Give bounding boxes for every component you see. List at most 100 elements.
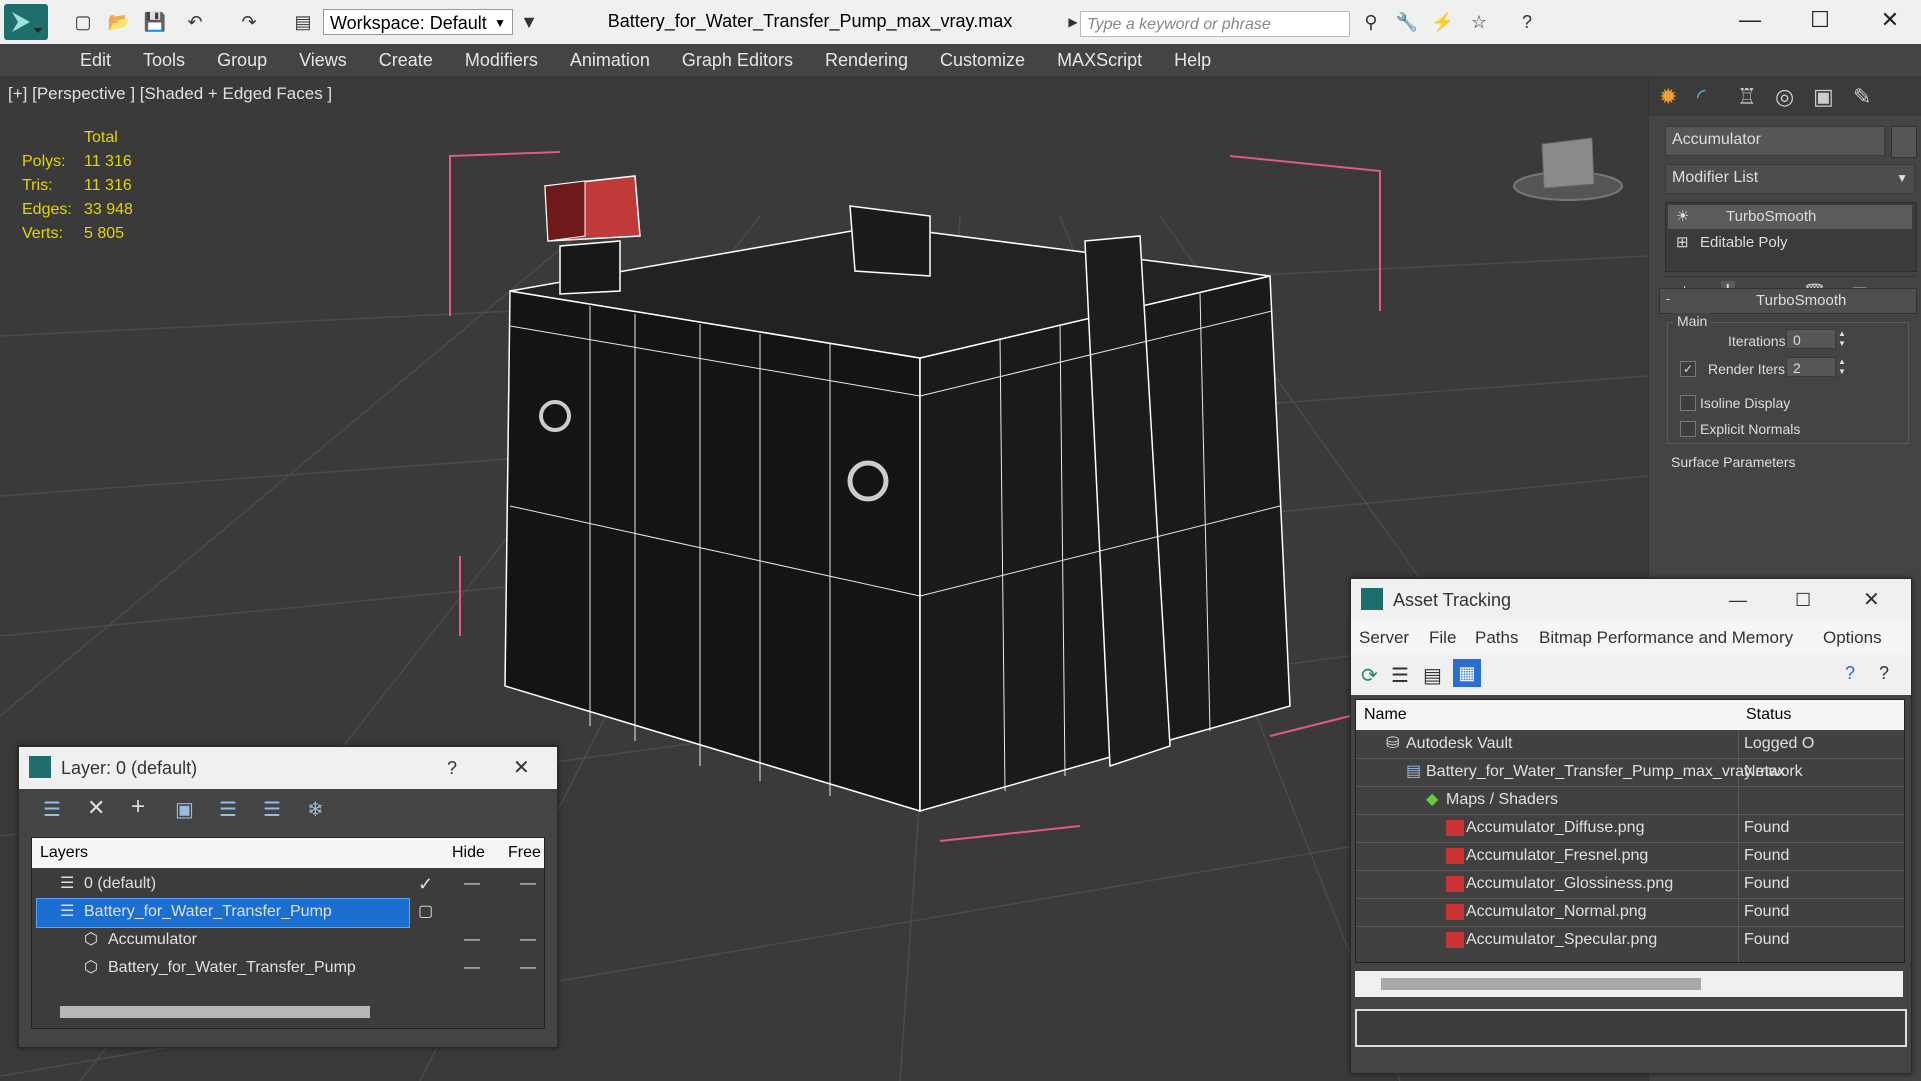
object-name-field[interactable]: Accumulator bbox=[1665, 126, 1885, 156]
explicit-normals-checkbox[interactable] bbox=[1680, 421, 1696, 437]
menu-tools[interactable]: Tools bbox=[127, 44, 201, 76]
hide-toggle[interactable]: — bbox=[464, 870, 480, 898]
expand-icon[interactable]: ⊞ bbox=[1676, 231, 1689, 255]
new-file-icon[interactable]: ▢ bbox=[70, 10, 96, 34]
minimize-icon[interactable]: — bbox=[1729, 579, 1747, 621]
horizontal-scrollbar[interactable] bbox=[1381, 978, 1701, 990]
layer-window-titlebar[interactable]: Layer: 0 (default) ? ✕ bbox=[19, 747, 557, 789]
asset-row-max-file[interactable]: ▤ Battery_for_Water_Transfer_Pump_max_vr… bbox=[1356, 758, 1904, 786]
menu-modifiers[interactable]: Modifiers bbox=[449, 44, 554, 76]
asset-path-field[interactable] bbox=[1355, 1009, 1907, 1047]
minimize-icon[interactable]: — bbox=[1720, 4, 1780, 36]
add-to-layer-icon[interactable]: + bbox=[131, 793, 145, 821]
layer-row-accumulator[interactable]: ⬡ Accumulator — — bbox=[32, 926, 542, 954]
layer-row-default[interactable]: ☰ 0 (default) ✓ — — bbox=[32, 870, 542, 898]
workspace-dropdown[interactable]: Workspace: Default ▼ bbox=[323, 9, 513, 35]
spinner-arrows-icon[interactable]: ▲ ▼ bbox=[1838, 357, 1846, 377]
close-icon[interactable]: ✕ bbox=[1860, 4, 1920, 36]
list-view-icon[interactable]: ☰ bbox=[1391, 663, 1409, 688]
menu-maxscript[interactable]: MAXScript bbox=[1041, 44, 1158, 76]
menu-customize[interactable]: Customize bbox=[924, 44, 1041, 76]
vault-settings-icon[interactable]: ? bbox=[1879, 663, 1889, 684]
freeze-toggle[interactable]: — bbox=[520, 870, 536, 898]
search-input[interactable]: Type a keyword or phrase bbox=[1080, 11, 1350, 37]
modifier-stack-editable-poly[interactable]: ⊞ Editable Poly bbox=[1668, 231, 1912, 255]
asset-menu-options[interactable]: Options bbox=[1823, 621, 1882, 655]
render-iters-spinner[interactable]: 2 bbox=[1786, 357, 1836, 377]
asset-row-maps[interactable]: ◆ Maps / Shaders bbox=[1356, 786, 1904, 814]
menu-edit[interactable]: Edit bbox=[64, 44, 127, 76]
modify-tab-icon[interactable]: ◜ bbox=[1697, 84, 1706, 110]
iterations-spinner[interactable]: 0 bbox=[1786, 329, 1836, 349]
maximize-icon[interactable]: ☐ bbox=[1795, 579, 1811, 621]
hide-toggle[interactable]: — bbox=[464, 954, 480, 982]
modifier-stack-turbosmooth[interactable]: ☀ TurboSmooth bbox=[1668, 205, 1912, 229]
motion-tab-icon[interactable]: ◎ bbox=[1775, 84, 1794, 110]
column-layers[interactable]: Layers bbox=[40, 838, 88, 868]
binoculars-icon[interactable]: ⚲ bbox=[1358, 10, 1384, 34]
render-iters-checkbox[interactable]: ✓ bbox=[1680, 361, 1696, 377]
refresh-icon[interactable]: ⟳ bbox=[1361, 663, 1378, 688]
asset-menu-bitmap-performance[interactable]: Bitmap Performance and Memory bbox=[1539, 621, 1793, 655]
horizontal-scrollbar[interactable] bbox=[60, 1006, 370, 1018]
asset-row-vault[interactable]: ⛁ Autodesk Vault Logged O bbox=[1356, 730, 1904, 758]
workspace-menu-icon[interactable]: ▼ bbox=[516, 10, 542, 34]
spinner-arrows-icon[interactable]: ▲ ▼ bbox=[1838, 329, 1846, 349]
layer-row-battery-object[interactable]: ⬡ Battery_for_Water_Transfer_Pump — — bbox=[32, 954, 542, 982]
column-hide[interactable]: Hide bbox=[452, 838, 485, 868]
freeze-toggle[interactable]: — bbox=[520, 926, 536, 954]
menu-create[interactable]: Create bbox=[363, 44, 449, 76]
asset-window-titlebar[interactable]: Asset Tracking — ☐ ✕ bbox=[1351, 579, 1911, 621]
utilities-tab-icon[interactable]: ✎ bbox=[1853, 84, 1871, 110]
tools-icon[interactable]: 🔧 bbox=[1394, 10, 1420, 34]
isoline-display-checkbox[interactable] bbox=[1680, 395, 1696, 411]
close-icon[interactable]: ✕ bbox=[513, 747, 530, 789]
app-logo-icon[interactable] bbox=[4, 4, 48, 40]
freeze-all-icon[interactable]: ❄ bbox=[307, 797, 324, 822]
asset-row-glossiness[interactable]: Accumulator_Glossiness.png Found bbox=[1356, 870, 1904, 898]
asset-row-specular[interactable]: Accumulator_Specular.png Found bbox=[1356, 926, 1904, 954]
menu-views[interactable]: Views bbox=[283, 44, 363, 76]
asset-row-fresnel[interactable]: Accumulator_Fresnel.png Found bbox=[1356, 842, 1904, 870]
create-tab-icon[interactable]: ✹ bbox=[1659, 84, 1677, 110]
asset-row-normal[interactable]: Accumulator_Normal.png Found bbox=[1356, 898, 1904, 926]
menu-group[interactable]: Group bbox=[201, 44, 283, 76]
modifier-list-dropdown[interactable]: Modifier List ▼ bbox=[1665, 164, 1915, 194]
layer-row-battery[interactable]: ⊟ ☰ Battery_for_Water_Transfer_Pump ▢ bbox=[32, 898, 542, 928]
help-icon[interactable]: ? bbox=[1514, 10, 1540, 34]
save-file-icon[interactable]: 💾 bbox=[142, 10, 168, 34]
viewport-label[interactable]: [+] [Perspective ] [Shaded + Edged Faces… bbox=[8, 84, 332, 104]
sign-in-icon[interactable]: ⚡ bbox=[1430, 10, 1456, 34]
hierarchy-tab-icon[interactable]: ♖ bbox=[1737, 84, 1757, 110]
hide-toggle[interactable]: — bbox=[464, 926, 480, 954]
menu-animation[interactable]: Animation bbox=[554, 44, 666, 76]
menu-help[interactable]: Help bbox=[1158, 44, 1227, 76]
select-objects-icon[interactable]: ▣ bbox=[175, 797, 194, 822]
undo-icon[interactable]: ↶ bbox=[182, 10, 208, 34]
set-active-layer-icon[interactable]: ▢ bbox=[418, 898, 433, 926]
table-view-icon[interactable]: ▦ bbox=[1453, 659, 1481, 687]
asset-row-diffuse[interactable]: Accumulator_Diffuse.png Found bbox=[1356, 814, 1904, 842]
object-color-swatch[interactable] bbox=[1891, 126, 1917, 158]
column-freeze[interactable]: Free bbox=[508, 838, 541, 868]
column-name[interactable]: Name bbox=[1364, 700, 1407, 730]
project-folder-icon[interactable]: ▤ bbox=[290, 10, 316, 34]
menu-rendering[interactable]: Rendering bbox=[809, 44, 924, 76]
asset-menu-server[interactable]: Server bbox=[1359, 621, 1409, 655]
freeze-toggle[interactable]: — bbox=[520, 954, 536, 982]
maximize-icon[interactable]: ☐ bbox=[1790, 4, 1850, 36]
vault-help-icon[interactable]: ? bbox=[1845, 663, 1855, 684]
tree-view-icon[interactable]: ▤ bbox=[1423, 663, 1442, 688]
column-status[interactable]: Status bbox=[1746, 700, 1791, 730]
asset-menu-file[interactable]: File bbox=[1429, 621, 1456, 655]
close-icon[interactable]: ✕ bbox=[1863, 579, 1880, 621]
active-layer-check-icon[interactable]: ✓ bbox=[418, 870, 433, 898]
rollout-header[interactable]: - TurboSmooth bbox=[1659, 288, 1917, 314]
help-icon[interactable]: ? bbox=[447, 747, 457, 789]
menu-graph-editors[interactable]: Graph Editors bbox=[666, 44, 809, 76]
redo-icon[interactable]: ↷ bbox=[236, 10, 262, 34]
create-layer-icon[interactable]: ☰ bbox=[43, 797, 61, 822]
display-tab-icon[interactable]: ▣ bbox=[1813, 84, 1834, 110]
delete-layer-icon[interactable]: ✕ bbox=[87, 795, 105, 821]
asset-menu-paths[interactable]: Paths bbox=[1475, 621, 1518, 655]
